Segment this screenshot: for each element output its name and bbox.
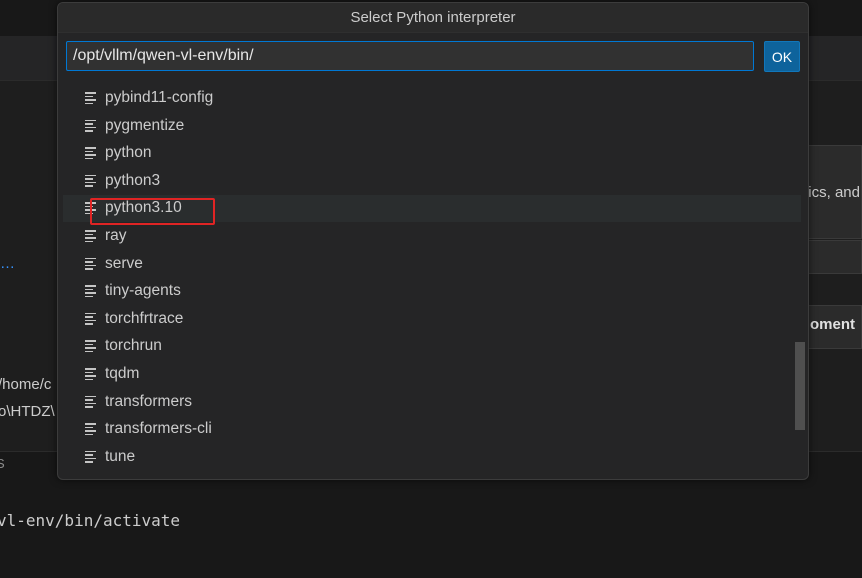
file-list-item[interactable]: transformers	[63, 389, 801, 416]
file-list-item-label: tqdm	[105, 365, 140, 382]
file-list-item-label: serve	[105, 254, 143, 272]
file-lines-icon	[85, 147, 97, 160]
file-list-item[interactable]: tqdm	[63, 361, 801, 388]
file-lines-icon	[85, 450, 97, 463]
file-lines-icon	[85, 312, 97, 325]
terminal-line: vl-env/bin/activate	[0, 511, 181, 530]
file-list-item-label: pybind11-config	[105, 89, 214, 106]
file-list-item-label: torchrun	[105, 337, 162, 355]
file-lines-icon	[85, 92, 97, 104]
file-list-item-label: torchfrtrace	[105, 309, 184, 327]
file-list-item[interactable]: tiny-agents	[63, 278, 801, 305]
file-lines-icon	[85, 257, 97, 270]
annotation-highlight-box	[90, 198, 215, 225]
file-list-item[interactable]: transformers-cli	[63, 416, 801, 443]
file-lines-icon	[85, 119, 97, 132]
ok-button[interactable]: OK	[764, 41, 800, 72]
background-text: sics, and	[800, 184, 860, 201]
file-list-item-label: tune	[105, 447, 136, 465]
dialog-title: Select Python interpreter	[58, 3, 808, 33]
file-lines-icon	[85, 285, 97, 298]
file-list-item[interactable]: tune	[63, 444, 801, 471]
background-path-text: o\HTDZ\	[0, 403, 55, 420]
background-heading: oment	[810, 316, 855, 333]
path-input[interactable]	[66, 41, 754, 71]
background-link[interactable]: …	[0, 255, 15, 272]
background-path-text: /home/c	[0, 376, 52, 393]
file-lines-icon	[85, 230, 97, 242]
file-list-item-label: pygmentize	[105, 116, 185, 134]
file-list-item[interactable]: serve	[63, 251, 801, 278]
select-interpreter-dialog: Select Python interpreter OK pybind11-co…	[57, 2, 809, 480]
panel-tab[interactable]: S	[0, 456, 5, 471]
file-list-item-label: ray	[105, 227, 127, 244]
file-list-item[interactable]: pybind11-config	[63, 85, 801, 112]
file-list-item[interactable]: pygmentize	[63, 113, 801, 140]
file-lines-icon	[85, 368, 97, 380]
file-lines-icon	[85, 174, 97, 187]
file-list-item[interactable]: ray	[63, 223, 801, 250]
file-list-item-label: python3	[105, 171, 161, 189]
file-list-item[interactable]: python3	[63, 168, 801, 195]
file-list-item[interactable]: torchrun	[63, 333, 801, 360]
file-list: pybind11-config pygmentize python python3 py…	[58, 83, 808, 479]
file-list-item-label: tiny-agents	[105, 282, 181, 300]
file-lines-icon	[85, 395, 97, 408]
file-lines-icon	[85, 423, 97, 436]
file-list-item-label: transformers	[105, 392, 192, 410]
scrollbar-thumb[interactable]	[795, 342, 805, 430]
background-path-text: l	[0, 430, 1, 444]
file-lines-icon	[85, 340, 97, 353]
file-list-item-label: python	[105, 144, 152, 162]
file-list-item-label: transformers-cli	[105, 420, 212, 438]
file-list-item[interactable]: torchfrtrace	[63, 306, 801, 333]
file-list-item[interactable]: python	[63, 140, 801, 167]
